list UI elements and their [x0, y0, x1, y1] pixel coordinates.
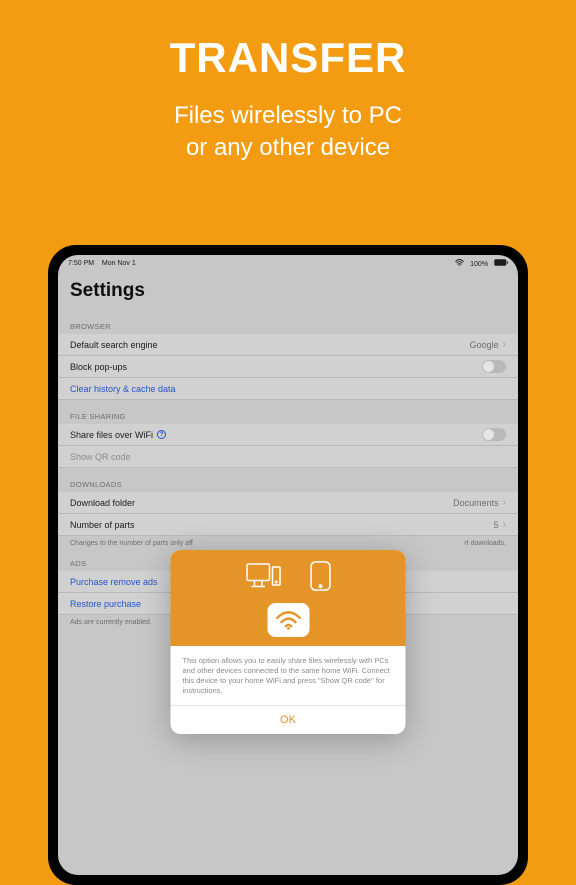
tablet-frame: 7:50 PM Mon Nov 1 100% Settings BROWSER … [48, 245, 528, 885]
desktop-icon [245, 562, 281, 595]
wifi-share-icon [267, 603, 309, 637]
hero-title: TRANSFER [0, 34, 576, 82]
tablet-screen: 7:50 PM Mon Nov 1 100% Settings BROWSER … [58, 255, 518, 875]
modal-ok-button[interactable]: OK [171, 705, 406, 734]
info-modal: This option allows you to easily share f… [171, 550, 406, 734]
phone-icon [309, 560, 331, 597]
hero-subtitle: Files wirelessly to PC or any other devi… [0, 100, 576, 165]
hero: TRANSFER Files wirelessly to PC or any o… [0, 0, 576, 165]
modal-body-text: This option allows you to easily share f… [171, 646, 406, 705]
modal-header [171, 550, 406, 646]
